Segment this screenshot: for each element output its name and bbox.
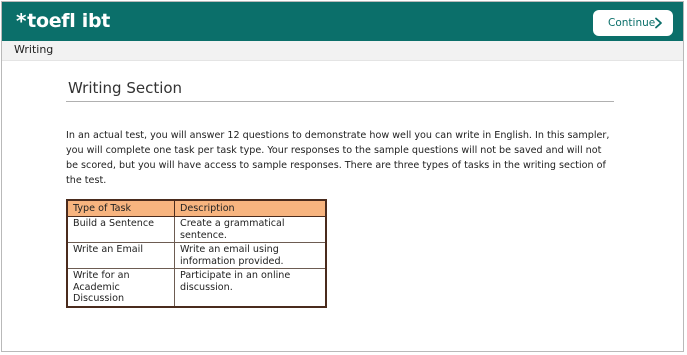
- table-header-row: Type of Task Description: [66, 199, 327, 217]
- toefl-logo: *toefl ibt: [16, 9, 110, 33]
- table-row: Build a Sentence Create a grammatical se…: [66, 216, 327, 243]
- table-header-type: Type of Task: [66, 199, 175, 217]
- table-cell-description: Write an email using information provide…: [174, 242, 327, 269]
- table-cell-type: Write an Email: [66, 242, 175, 269]
- section-bar: Writing: [2, 41, 683, 61]
- page-title: Writing Section: [68, 79, 183, 97]
- chevron-right-icon: [655, 17, 662, 29]
- table-row: Write an Email Write an email using info…: [66, 242, 327, 269]
- continue-label: Continue: [608, 17, 656, 29]
- table-row: Write for an Academic Discussion Partici…: [66, 268, 327, 307]
- table-cell-description: Participate in an online discussion.: [174, 268, 327, 307]
- title-divider: [66, 101, 614, 102]
- main-content: Writing Section In an actual test, you w…: [66, 74, 614, 308]
- table-cell-type: Write for an Academic Discussion: [66, 268, 175, 307]
- logo-star: *: [16, 9, 27, 33]
- top-bar: *toefl ibt Continue: [2, 2, 683, 41]
- table-cell-description: Create a grammatical sentence.: [174, 216, 327, 243]
- continue-button[interactable]: Continue: [593, 10, 673, 36]
- section-name: Writing: [14, 43, 54, 56]
- logo-text: toefl ibt: [27, 10, 111, 32]
- table-cell-type: Build a Sentence: [66, 216, 175, 243]
- intro-paragraph: In an actual test, you will answer 12 qu…: [66, 130, 610, 186]
- table-header-description: Description: [174, 199, 327, 217]
- task-types-table: Type of Task Description Build a Sentenc…: [66, 199, 327, 308]
- app-window: *toefl ibt Continue Writing Writing Sect…: [1, 1, 684, 352]
